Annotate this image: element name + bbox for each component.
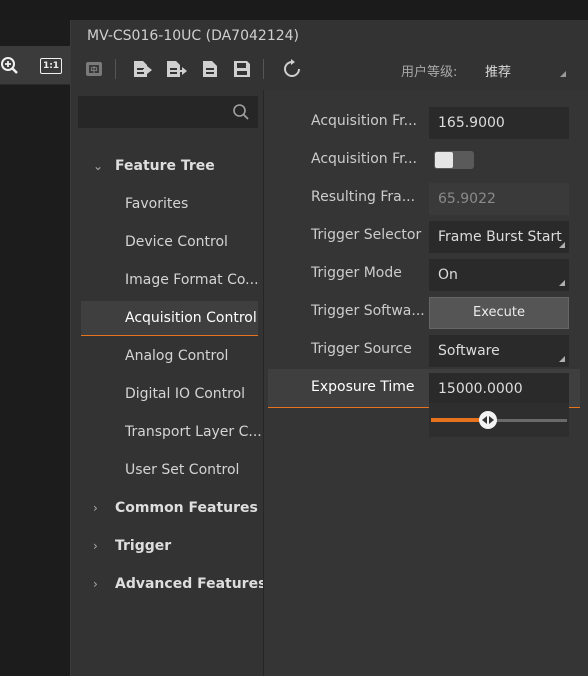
image-view-panel: 1:1 [0, 20, 71, 676]
acquisition-frame-rate-input[interactable]: 165.9000 [429, 107, 569, 139]
chevron-down-icon[interactable]: ⌄ [93, 149, 105, 183]
exposure-time-input[interactable]: 15000.0000 [429, 373, 569, 405]
property-name: Trigger Mode [311, 265, 402, 281]
tree-item-favorites[interactable]: Favorites [71, 187, 263, 221]
property-grid: Acquisition Fr... 165.9000 Acquisition F… [264, 90, 588, 676]
dropdown-caret-icon [559, 242, 565, 248]
tree-item-transport-layer-control[interactable]: Transport Layer C... [71, 415, 263, 449]
dropdown-caret-icon[interactable] [560, 71, 566, 77]
feature-toolbar: 中 用户等级: 推荐 [71, 54, 588, 90]
tree-item-label: Image Format Co... [125, 272, 259, 288]
import-features-icon[interactable] [130, 58, 152, 80]
feature-panel: MV-CS016-10UC (DA7042124) 中 用户等级: 推荐 ⌄ F… [71, 20, 588, 676]
trigger-mode-select[interactable]: On [429, 259, 569, 291]
property-name: Trigger Selector [311, 227, 422, 243]
export-features-icon[interactable] [165, 58, 187, 80]
property-name: Trigger Softwa... [311, 303, 425, 319]
search-input[interactable] [78, 96, 258, 128]
feature-tree: ⌄ Feature Tree Favorites Device Control … [71, 90, 267, 676]
svg-text:中: 中 [91, 65, 98, 74]
save-icon[interactable] [231, 58, 253, 80]
tree-item-image-format-control[interactable]: Image Format Co... [71, 263, 263, 297]
chevron-right-icon[interactable]: › [93, 529, 105, 563]
tree-item-label: Favorites [125, 196, 189, 212]
tree-item-digital-io-control[interactable]: Digital IO Control [71, 377, 263, 411]
tree-item-device-control[interactable]: Device Control [71, 225, 263, 259]
toolbar-separator [115, 59, 116, 79]
frame-rate-enable-toggle[interactable] [434, 151, 474, 169]
slider-thumb[interactable] [479, 411, 497, 429]
toolbar-separator [263, 59, 264, 79]
property-row-trigger-selector: Trigger Selector Frame Burst Start [264, 217, 588, 255]
property-row-trigger-source: Trigger Source Software [264, 331, 588, 369]
select-value: Software [438, 343, 500, 359]
tree-item-advanced-features[interactable]: › Advanced Features [71, 567, 267, 601]
property-row-acquisition-frame-rate: Acquisition Fr... 165.9000 [264, 103, 588, 141]
window-top-strip [0, 0, 588, 20]
chevron-right-icon[interactable]: › [93, 491, 105, 525]
trigger-execute-button[interactable]: Execute [429, 297, 569, 329]
tree-item-user-set-control[interactable]: User Set Control [71, 453, 263, 487]
tree-item-label: Analog Control [125, 348, 229, 364]
select-value: Frame Burst Start [438, 229, 562, 245]
tree-item-feature-tree[interactable]: ⌄ Feature Tree [71, 149, 263, 183]
tree-item-label: Feature Tree [115, 158, 215, 174]
tree-item-label: Transport Layer C... [125, 424, 262, 440]
tree-item-label: Trigger [115, 538, 172, 554]
property-row-trigger-software: Trigger Softwa... Execute [264, 293, 588, 331]
tree-item-label: Acquisition Control [125, 310, 257, 326]
tree-item-label: Advanced Features [115, 576, 267, 592]
refresh-icon[interactable] [281, 58, 303, 80]
image-view-toolbar: 1:1 [0, 46, 70, 85]
dropdown-caret-icon [559, 356, 565, 362]
search-icon[interactable] [232, 103, 250, 121]
property-row-resulting-frame-rate: Resulting Fra... 65.9022 [264, 179, 588, 217]
user-level-select[interactable]: 推荐 [485, 61, 511, 80]
chevron-right-icon[interactable]: › [93, 567, 105, 601]
tree-item-acquisition-control[interactable]: Acquisition Control [81, 301, 258, 336]
toggle-knob [435, 152, 453, 168]
tree-item-label: Device Control [125, 234, 228, 250]
document-icon[interactable] [199, 58, 221, 80]
user-level-label: 用户等级: [401, 65, 458, 80]
feature-tree-icon[interactable]: 中 [83, 58, 105, 80]
property-name: Acquisition Fr... [311, 113, 417, 129]
exposure-time-slider[interactable] [429, 403, 569, 437]
tree-item-common-features[interactable]: › Common Features [71, 491, 263, 525]
resulting-frame-rate-value: 65.9022 [429, 183, 569, 215]
select-value: On [438, 267, 458, 283]
tree-item-label: Common Features [115, 500, 258, 516]
trigger-selector-select[interactable]: Frame Burst Start [429, 221, 569, 253]
property-name: Trigger Source [311, 341, 412, 357]
property-name: Resulting Fra... [311, 189, 416, 205]
property-row-trigger-mode: Trigger Mode On [264, 255, 588, 293]
property-name: Exposure Time [311, 379, 415, 395]
property-row-acquisition-frame-rate-enable: Acquisition Fr... [264, 141, 588, 179]
actual-size-button[interactable]: 1:1 [40, 58, 62, 74]
trigger-source-select[interactable]: Software [429, 335, 569, 367]
zoom-in-icon[interactable] [0, 56, 18, 74]
device-title: MV-CS016-10UC (DA7042124) [87, 28, 299, 44]
tree-item-label: User Set Control [125, 462, 240, 478]
tree-item-label: Digital IO Control [125, 386, 246, 402]
property-name: Acquisition Fr... [311, 151, 417, 167]
tree-item-analog-control[interactable]: Analog Control [71, 339, 263, 373]
dropdown-caret-icon [559, 280, 565, 286]
tree-item-trigger[interactable]: › Trigger [71, 529, 263, 563]
